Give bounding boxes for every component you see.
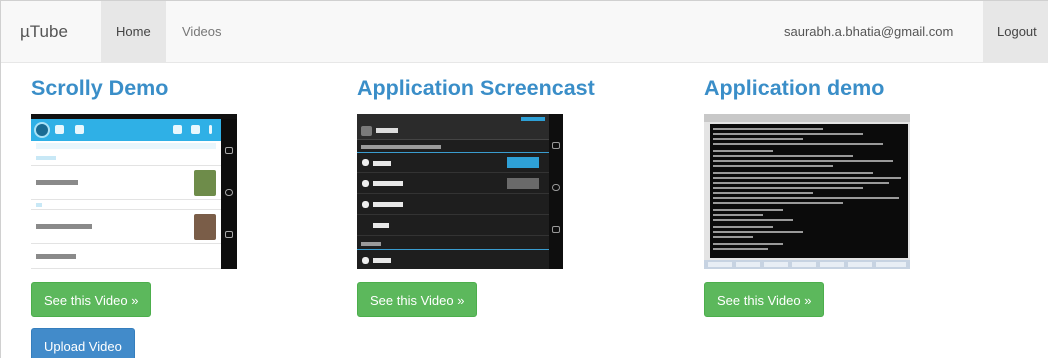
add-contact-icon bbox=[191, 125, 200, 134]
sound-icon bbox=[362, 257, 369, 264]
person-icon bbox=[55, 125, 64, 134]
bluetooth-toggle bbox=[507, 178, 539, 189]
video-card-1: Scrolly Demo See this Video » Upload Vid… bbox=[31, 64, 237, 358]
wifi-toggle bbox=[507, 157, 539, 168]
video-title-2[interactable]: Application Screencast bbox=[357, 74, 595, 102]
wifi-icon bbox=[362, 159, 369, 166]
see-video-button-2[interactable]: See this Video » bbox=[357, 282, 478, 317]
video-thumbnail-1[interactable] bbox=[31, 114, 237, 269]
search-icon bbox=[173, 125, 182, 134]
see-video-button-1[interactable]: See this Video » bbox=[31, 282, 152, 317]
upload-video-button[interactable]: Upload Video bbox=[31, 328, 135, 358]
video-title-1[interactable]: Scrolly Demo bbox=[31, 74, 237, 102]
nav-home[interactable]: Home bbox=[101, 1, 166, 63]
settings-icon bbox=[361, 126, 372, 136]
brand-logo[interactable]: µTube bbox=[20, 1, 68, 63]
video-thumbnail-2[interactable] bbox=[357, 114, 563, 269]
user-email-link[interactable]: saurabh.a.bhatia@gmail.com bbox=[769, 1, 968, 63]
video-card-2: Application Screencast See this Video » bbox=[357, 64, 595, 317]
avatar-icon bbox=[34, 122, 50, 138]
overflow-menu-icon bbox=[209, 125, 212, 134]
see-video-button-3[interactable]: See this Video » bbox=[704, 282, 825, 317]
video-title-3[interactable]: Application demo bbox=[704, 74, 910, 102]
video-thumbnail-3[interactable] bbox=[704, 114, 910, 269]
star-icon bbox=[75, 125, 84, 134]
navbar: µTube Home Videos saurabh.a.bhatia@gmail… bbox=[1, 1, 1048, 63]
data-usage-icon bbox=[362, 201, 369, 208]
video-card-3: Application demo See this Video » bbox=[704, 64, 910, 317]
nav-videos[interactable]: Videos bbox=[167, 1, 237, 63]
bluetooth-icon bbox=[362, 180, 369, 187]
logout-link[interactable]: Logout bbox=[983, 1, 1048, 63]
